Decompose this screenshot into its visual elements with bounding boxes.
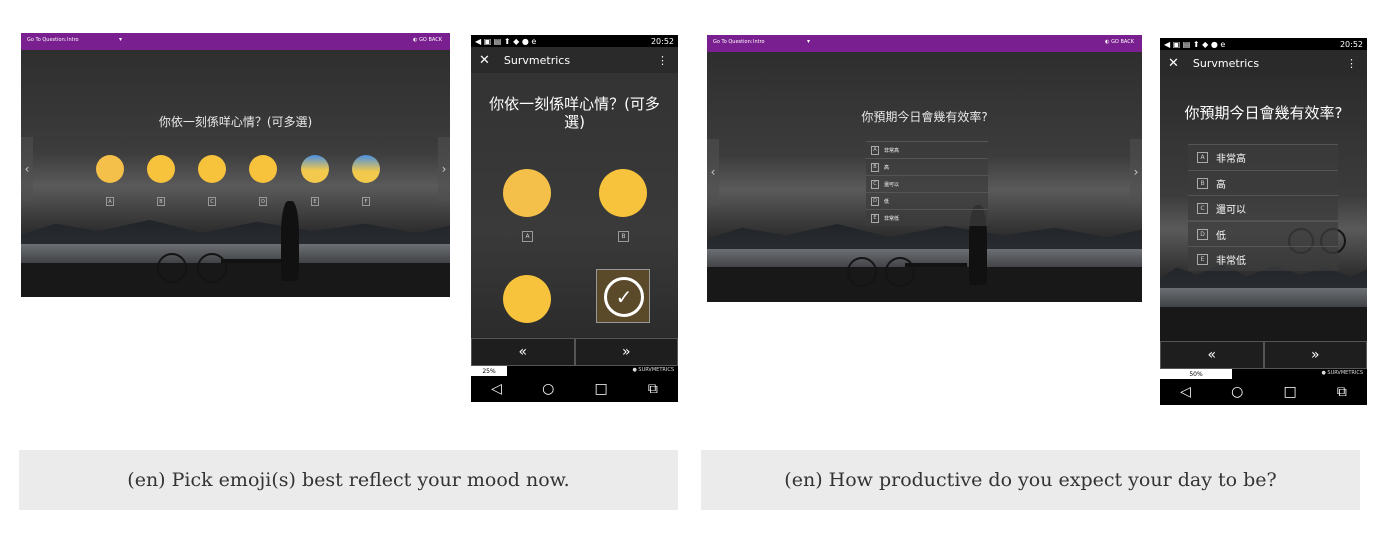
- option-letter-f: F: [362, 197, 370, 206]
- neutral-face-emoji[interactable]: [198, 155, 226, 183]
- option-row[interactable]: E 非常低: [866, 209, 988, 226]
- left-tablet-screenshot: Go To Question: Intro ▾ ◐ GO BACK 你依一刻係咩…: [21, 33, 450, 297]
- app-title: Survmetrics: [503, 53, 571, 67]
- option-letter-a: A: [522, 231, 533, 242]
- next-page-button[interactable]: »: [1263, 341, 1367, 369]
- recents-square-icon[interactable]: □: [1283, 384, 1296, 400]
- option-letter-b: B: [618, 231, 629, 242]
- go-back-button[interactable]: ◐ GO BACK: [413, 37, 442, 43]
- caption-right: (en) How productive do you expect your d…: [701, 450, 1360, 510]
- chevron-left-icon: ‹: [24, 162, 30, 176]
- option-row[interactable]: A 非常高: [866, 141, 988, 158]
- top-bar: Go To Question: Intro ▾ ◐ GO BACK: [21, 33, 450, 50]
- grinning-face-emoji[interactable]: [599, 169, 647, 217]
- caption-left: (en) Pick emoji(s) best reflect your moo…: [19, 450, 678, 510]
- dropdown-icon[interactable]: ▾: [807, 38, 810, 45]
- right-tablet-screenshot: Go To Question: Intro ▾ ◐ GO BACK 你預期今日會…: [707, 35, 1142, 302]
- right-phone-screenshot: ◀ ▣ ▤ ⬆ ◆ ● e 20:52 ✕ Survmetrics ⋮ 你預期今…: [1160, 38, 1367, 405]
- option-row[interactable]: C 還可以: [866, 175, 988, 192]
- left-phone-screenshot: ◀ ▣ ▤ ⬆ ◆ ● e 20:52 ✕ Survmetrics ⋮ 你依一刻…: [471, 35, 678, 402]
- screaming-face-emoji[interactable]: [352, 155, 380, 183]
- app-bar: ✕ Survmetrics ⋮: [471, 47, 678, 73]
- prev-arrow[interactable]: ‹: [707, 139, 719, 205]
- option-row[interactable]: D 低: [1188, 221, 1338, 246]
- go-back-button[interactable]: ◐ GO BACK: [1105, 39, 1134, 45]
- question-text: 你依一刻係咩心情？(可多選): [489, 95, 660, 131]
- chevron-left-icon: ‹: [710, 165, 716, 179]
- recents-square-icon[interactable]: □: [594, 381, 607, 397]
- option-row[interactable]: D 低: [866, 192, 988, 209]
- more-icon[interactable]: ⋮: [1346, 57, 1357, 70]
- status-bar: ◀ ▣ ▤ ⬆ ◆ ● e 20:52: [471, 35, 678, 47]
- goto-question-label: Go To Question:: [27, 37, 67, 43]
- prev-page-button[interactable]: «: [1160, 341, 1264, 369]
- next-page-button[interactable]: »: [574, 338, 678, 366]
- dropdown-icon[interactable]: ▾: [119, 36, 122, 43]
- option-letter-d: D: [259, 197, 267, 206]
- close-icon[interactable]: ✕: [1168, 56, 1179, 71]
- option-row[interactable]: E 非常低: [1188, 246, 1338, 271]
- option-row[interactable]: A 非常高: [1188, 144, 1338, 169]
- grinning-face-emoji[interactable]: [147, 155, 175, 183]
- close-icon[interactable]: ✕: [479, 53, 490, 68]
- page-nav: « »: [471, 338, 678, 366]
- option-letter-e: E: [311, 197, 319, 206]
- chevron-right-icon: ›: [441, 162, 447, 176]
- home-circle-icon[interactable]: ○: [1231, 384, 1243, 400]
- progress-bar: 25% ● SURVMETRICS: [471, 366, 678, 376]
- progress-bar: 50% ● SURVMETRICS: [1160, 369, 1367, 379]
- next-arrow[interactable]: ›: [1130, 139, 1142, 205]
- system-nav-bar: ◁ ○ □ ⧉: [1160, 379, 1367, 405]
- anxious-sweat-face-emoji[interactable]: [301, 155, 329, 183]
- goto-question-label: Go To Question:: [713, 39, 753, 45]
- more-icon[interactable]: ⋮: [657, 54, 668, 67]
- chevron-right-icon: ›: [1133, 165, 1139, 179]
- neutral-face-emoji[interactable]: [503, 275, 551, 323]
- progress-fill: 25%: [471, 366, 507, 376]
- selected-option[interactable]: ✓: [596, 269, 650, 323]
- status-bar: ◀ ▣ ▤ ⬆ ◆ ● e 20:52: [1160, 38, 1367, 50]
- checkmark-icon: ✓: [604, 277, 644, 317]
- question-text: 你預期今日會幾有效率?: [1184, 104, 1343, 122]
- prev-arrow[interactable]: ‹: [21, 137, 33, 201]
- option-row[interactable]: C 還可以: [1188, 195, 1338, 220]
- screen-cast-icon[interactable]: ⧉: [648, 381, 658, 397]
- system-nav-bar: ◁ ○ □ ⧉: [471, 376, 678, 402]
- goto-question-select[interactable]: Intro: [753, 39, 765, 45]
- app-bar: ✕ Survmetrics ⋮: [1160, 50, 1367, 76]
- back-triangle-icon[interactable]: ◁: [491, 381, 502, 397]
- status-time: 20:52: [1339, 39, 1363, 49]
- brand-label: ● SURVMETRICS: [632, 367, 674, 373]
- page-nav: « »: [1160, 341, 1367, 369]
- question-text: 你依一刻係咩心情？(可多選): [158, 115, 313, 129]
- status-time: 20:52: [650, 36, 674, 46]
- option-row[interactable]: B 高: [866, 158, 988, 175]
- option-letter-b: B: [157, 197, 165, 206]
- app-title: Survmetrics: [1192, 56, 1260, 70]
- relieved-face-emoji[interactable]: [503, 169, 551, 217]
- home-circle-icon[interactable]: ○: [542, 381, 554, 397]
- relieved-face-emoji[interactable]: [96, 155, 124, 183]
- back-triangle-icon[interactable]: ◁: [1180, 384, 1191, 400]
- top-bar: Go To Question: Intro ▾ ◐ GO BACK: [707, 35, 1142, 52]
- disappointed-face-emoji[interactable]: [249, 155, 277, 183]
- question-text: 你預期今日會幾有效率?: [861, 110, 988, 124]
- option-row[interactable]: B 高: [1188, 170, 1338, 195]
- brand-label: ● SURVMETRICS: [1321, 370, 1363, 376]
- prev-page-button[interactable]: «: [471, 338, 575, 366]
- option-letter-a: A: [106, 197, 114, 206]
- option-letter-c: C: [208, 197, 216, 206]
- goto-question-select[interactable]: Intro: [67, 37, 79, 43]
- screen-cast-icon[interactable]: ⧉: [1337, 384, 1347, 400]
- progress-fill: 50%: [1160, 369, 1232, 379]
- next-arrow[interactable]: ›: [438, 137, 450, 201]
